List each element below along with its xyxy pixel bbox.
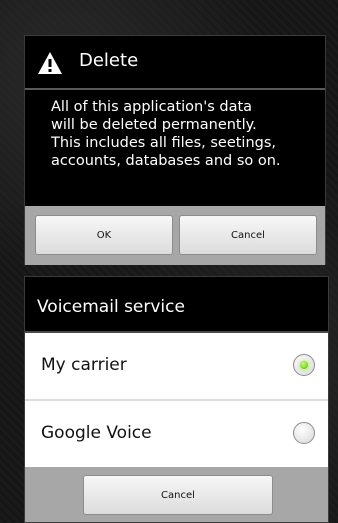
- option-label: My carrier: [41, 355, 127, 375]
- dialog-title: Delete: [79, 50, 139, 71]
- radio-selected-dot-icon: [300, 361, 308, 369]
- warning-triangle-icon: [38, 52, 62, 74]
- dialog-message: All of this application's data will be d…: [51, 99, 281, 169]
- delete-dialog: Delete All of this application's data wi…: [24, 35, 326, 265]
- voicemail-service-dialog: Voicemail service My carrier Google Voic…: [24, 276, 329, 523]
- option-my-carrier[interactable]: My carrier: [25, 333, 328, 399]
- radio-button-unselected[interactable]: [293, 422, 315, 444]
- dialog-titlebar: Delete: [25, 36, 325, 88]
- cancel-button[interactable]: Cancel: [179, 215, 317, 255]
- ok-button[interactable]: OK: [35, 215, 173, 255]
- option-google-voice[interactable]: Google Voice: [25, 401, 328, 467]
- title-divider: [25, 88, 325, 90]
- dialog-button-bar: OK Cancel: [25, 206, 325, 265]
- radio-button-selected[interactable]: [293, 354, 315, 376]
- dialog-title: Voicemail service: [37, 297, 185, 317]
- option-label: Google Voice: [41, 423, 152, 443]
- option-list: My carrier Google Voice: [25, 333, 328, 467]
- dialog-button-bar: Cancel: [25, 467, 328, 522]
- cancel-button[interactable]: Cancel: [83, 475, 273, 515]
